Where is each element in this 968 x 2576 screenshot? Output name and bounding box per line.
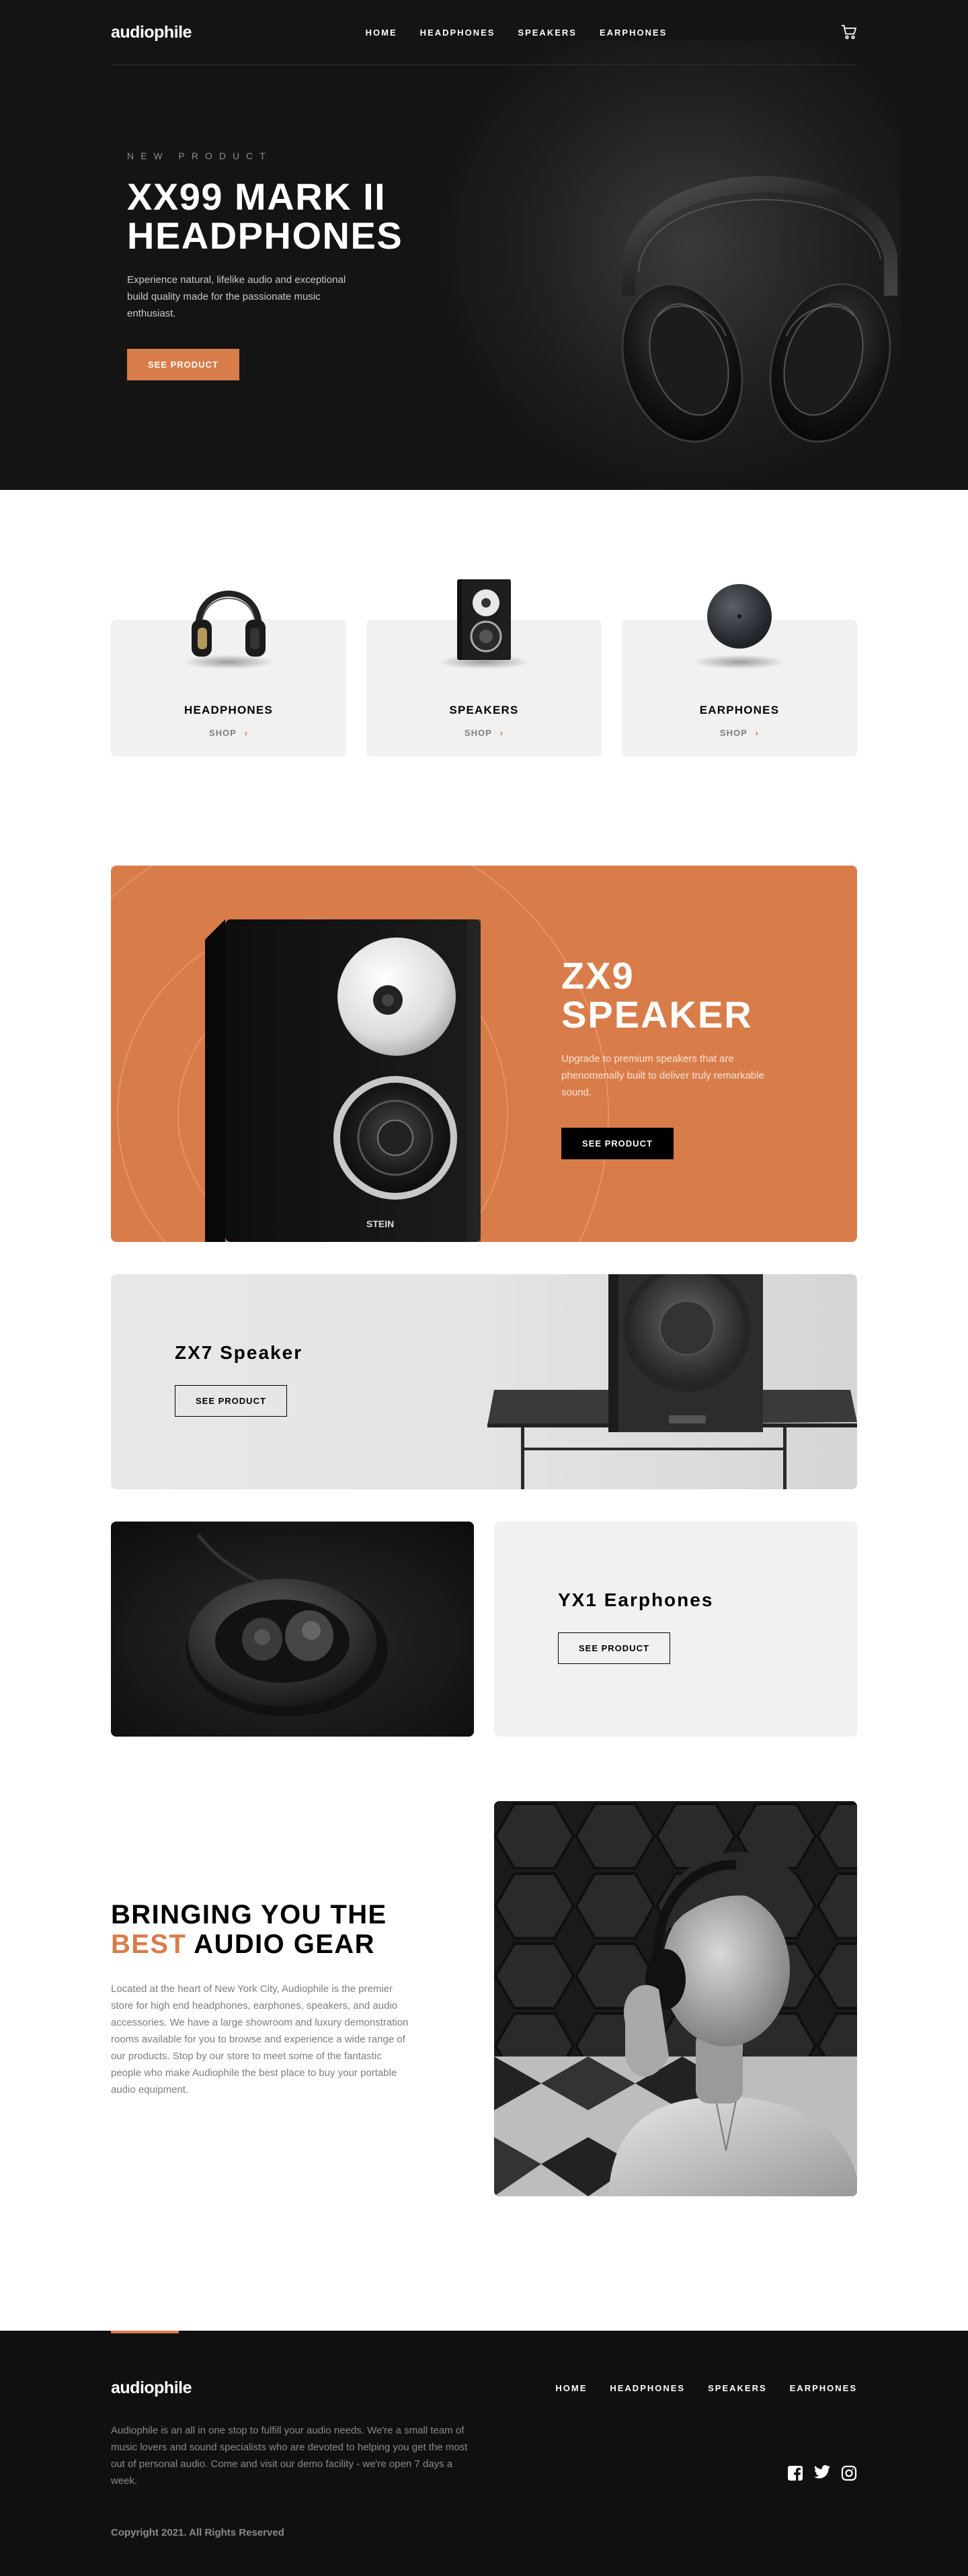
- about-description: Located at the heart of New York City, A…: [111, 1983, 409, 2095]
- shop-label: SHOP: [464, 728, 492, 738]
- social-links: [787, 2465, 857, 2485]
- hero-title-line1: XX99 MARK II: [127, 175, 387, 218]
- chevron-right-icon: ›: [755, 728, 760, 738]
- shop-label: SHOP: [719, 728, 748, 738]
- copyright: Copyright 2021. All Rights Reserved: [111, 2527, 284, 2538]
- site-footer: audiophile HOME HEADPHONES SPEAKERS EARP…: [0, 2331, 968, 2576]
- hero-content: NEW PRODUCT XX99 MARK II HEADPHONES Expe…: [127, 151, 409, 380]
- category-card-speakers[interactable]: SPEAKERS SHOP ›: [366, 579, 602, 757]
- footer-nav: HOME HEADPHONES SPEAKERS EARPHONES: [555, 2383, 857, 2393]
- hero-title-line2: HEADPHONES: [127, 214, 403, 257]
- yx1-title: YX1 Earphones: [558, 1589, 714, 1610]
- about-title-rest: AUDIO GEAR: [186, 1929, 375, 1959]
- category-name: SPEAKERS: [449, 704, 519, 716]
- site-header: audiophile HOME HEADPHONES SPEAKERS EARP…: [111, 0, 857, 65]
- zx9-description: Upgrade to premium speakers that are phe…: [561, 1053, 764, 1098]
- footer-nav-earphones[interactable]: EARPHONES: [790, 2383, 857, 2393]
- about-title-accent: BEST: [111, 1929, 187, 1959]
- zx7-content: ZX7 Speaker SEE PRODUCT: [175, 1342, 302, 1417]
- footer-description: Audiophile is an all in one stop to fulf…: [111, 2425, 468, 2487]
- about-section: BRINGING YOU THE BEST AUDIO GEAR Located…: [111, 1801, 857, 2196]
- categories-section: HEADPHONES SHOP › SPEAKERS SHOP › EARPHO…: [111, 579, 857, 757]
- zx9-content: ZX9 SPEAKER Upgrade to premium speakers …: [561, 956, 803, 1159]
- chevron-right-icon: ›: [244, 728, 249, 738]
- category-name: EARPHONES: [699, 704, 780, 716]
- yx1-see-product-button[interactable]: SEE PRODUCT: [558, 1632, 670, 1664]
- headphones-hero-image: [581, 94, 958, 460]
- nav-speakers[interactable]: SPEAKERS: [518, 28, 577, 38]
- footer-nav-home[interactable]: HOME: [555, 2383, 587, 2393]
- zx7-section: ZX7 Speaker SEE PRODUCT: [111, 1274, 857, 1489]
- yx1-earphones-image: [111, 1522, 474, 1737]
- nav-earphones[interactable]: EARPHONES: [600, 28, 667, 38]
- chevron-right-icon: ›: [499, 728, 504, 738]
- main-nav: HOME HEADPHONES SPEAKERS EARPHONES: [366, 28, 668, 38]
- footer-logo[interactable]: audiophile: [111, 2378, 192, 2398]
- zx9-section: STEIN ZX9 SPEAKER Upgrade to premium spe…: [111, 866, 857, 1242]
- shop-label: SHOP: [208, 728, 237, 738]
- cart-icon[interactable]: [841, 25, 857, 40]
- about-title-line1: BRINGING YOU THE: [111, 1899, 387, 1929]
- twitter-icon[interactable]: [814, 2465, 830, 2485]
- hero-overline: NEW PRODUCT: [127, 151, 272, 161]
- zx7-see-product-button[interactable]: SEE PRODUCT: [175, 1385, 287, 1417]
- category-card-earphones[interactable]: EARPHONES SHOP ›: [622, 584, 857, 757]
- footer-nav-speakers[interactable]: SPEAKERS: [708, 2383, 767, 2393]
- zx9-speaker-image: STEIN: [205, 919, 487, 1242]
- about-person-image: [494, 1801, 857, 2196]
- speaker-brand-label: STEIN: [366, 1218, 394, 1229]
- about-title: BRINGING YOU THE BEST AUDIO GEAR: [111, 1900, 410, 1959]
- speakers-thumb-image: [447, 573, 521, 670]
- hero-title: XX99 MARK II HEADPHONES: [127, 177, 409, 255]
- yx1-content: YX1 Earphones SEE PRODUCT: [558, 1589, 713, 1664]
- zx9-see-product-button[interactable]: SEE PRODUCT: [561, 1128, 674, 1159]
- zx7-speaker-image: [487, 1274, 857, 1489]
- zx9-title: ZX9 SPEAKER: [561, 956, 803, 1034]
- category-shop-link[interactable]: SHOP ›: [465, 728, 503, 738]
- zx7-promo-card: ZX7 Speaker SEE PRODUCT: [111, 1274, 857, 1489]
- facebook-icon[interactable]: [787, 2465, 803, 2485]
- hero-section: audiophile HOME HEADPHONES SPEAKERS EARP…: [0, 0, 968, 490]
- category-shop-link[interactable]: SHOP ›: [720, 728, 759, 738]
- hero-see-product-button[interactable]: SEE PRODUCT: [127, 349, 239, 380]
- category-name: HEADPHONES: [184, 704, 273, 716]
- hero-description: Experience natural, lifelike audio and e…: [127, 274, 346, 319]
- about-text: BRINGING YOU THE BEST AUDIO GEAR Located…: [111, 1900, 410, 2098]
- yx1-promo-card: YX1 Earphones SEE PRODUCT: [494, 1522, 857, 1737]
- yx1-section: YX1 Earphones SEE PRODUCT: [111, 1522, 857, 1737]
- headphones-thumb-image: [188, 573, 269, 670]
- footer-accent-bar: [111, 2331, 179, 2333]
- zx9-title-line2: SPEAKER: [561, 993, 753, 1036]
- logo[interactable]: audiophile: [111, 23, 192, 42]
- zx9-promo-card: STEIN ZX9 SPEAKER Upgrade to premium spe…: [111, 866, 857, 1242]
- nav-home[interactable]: HOME: [366, 28, 397, 38]
- nav-headphones[interactable]: HEADPHONES: [420, 28, 495, 38]
- category-card-headphones[interactable]: HEADPHONES SHOP ›: [111, 590, 346, 757]
- instagram-icon[interactable]: [841, 2465, 857, 2485]
- category-shop-link[interactable]: SHOP ›: [209, 728, 248, 738]
- footer-nav-headphones[interactable]: HEADPHONES: [610, 2383, 685, 2393]
- earphones-thumb-image: [699, 579, 780, 663]
- zx9-title-line1: ZX9: [561, 954, 635, 997]
- zx7-title: ZX7 Speaker: [175, 1342, 303, 1363]
